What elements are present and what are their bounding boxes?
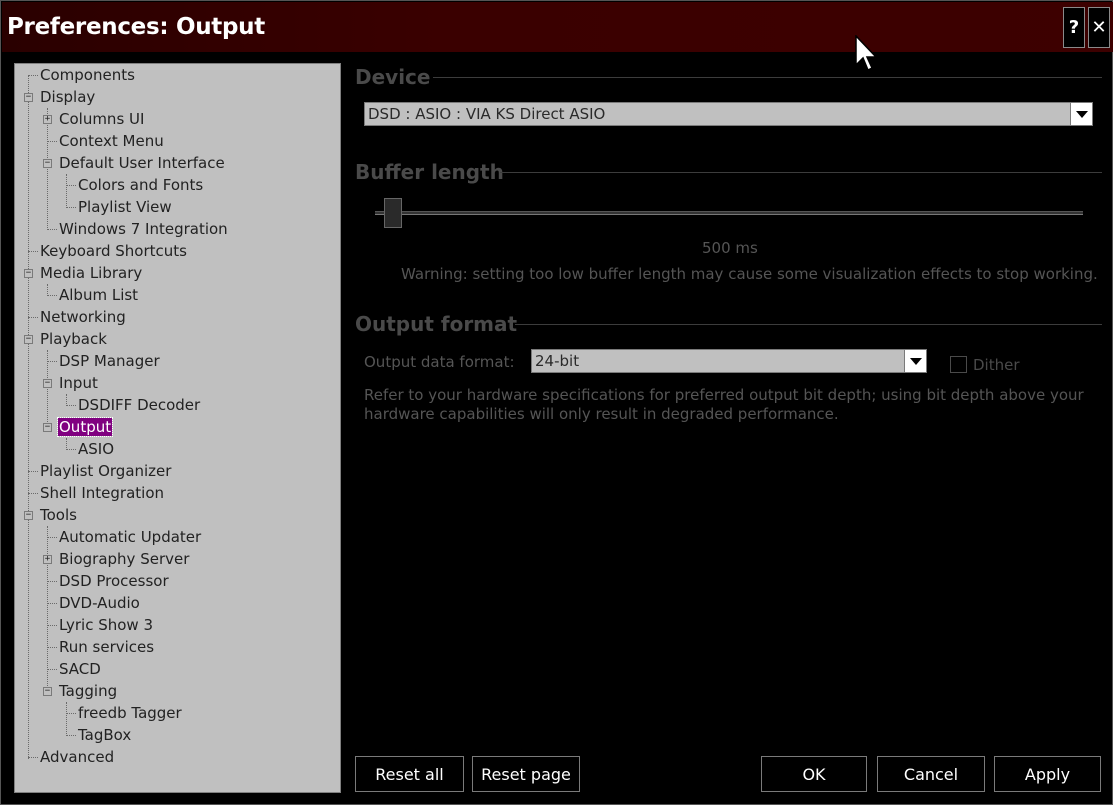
tree-item-playlist-organizer[interactable]: Playlist Organizer xyxy=(39,460,172,482)
tree-item-default-user-interface[interactable]: Default User Interface xyxy=(58,152,226,174)
output-format-section: Output format xyxy=(355,312,1102,336)
apply-button[interactable]: Apply xyxy=(994,756,1101,792)
tree-item-advanced[interactable]: Advanced xyxy=(39,746,115,768)
collapse-icon[interactable]: − xyxy=(24,269,33,278)
output-format-note-line1: Refer to your hardware specifications fo… xyxy=(364,386,1084,404)
reset-all-button[interactable]: Reset all xyxy=(355,756,464,792)
tree-item-shell-integration[interactable]: Shell Integration xyxy=(39,482,165,504)
tree-item-dsdiff-decoder[interactable]: DSDIFF Decoder xyxy=(77,394,201,416)
collapse-icon[interactable]: − xyxy=(43,423,52,432)
tree-item-columns-ui[interactable]: Columns UI xyxy=(58,108,145,130)
output-format-section-title: Output format xyxy=(355,312,518,336)
tree-item-playlist-view[interactable]: Playlist View xyxy=(77,196,173,218)
tree-item-display[interactable]: Display xyxy=(39,86,96,108)
tree-line xyxy=(28,75,29,759)
collapse-icon[interactable]: − xyxy=(43,379,52,388)
tree-item-output[interactable]: Output xyxy=(56,416,114,438)
section-divider xyxy=(500,172,1102,173)
section-divider xyxy=(433,77,1102,78)
tree-item-tagbox[interactable]: TagBox xyxy=(77,724,132,746)
tree-item-asio[interactable]: ASIO xyxy=(77,438,115,460)
tree-line xyxy=(66,702,67,736)
device-section: Device xyxy=(355,65,1102,89)
output-data-format-label: Output data format: xyxy=(364,353,515,371)
collapse-icon[interactable]: − xyxy=(24,511,33,520)
tree-item-dsp-manager[interactable]: DSP Manager xyxy=(58,350,161,372)
output-format-note-line2: hardware capabilities will only result i… xyxy=(364,405,839,423)
device-section-title: Device xyxy=(355,65,431,89)
output-data-format-dropdown[interactable]: 24-bit xyxy=(531,349,927,373)
buffer-warning: Warning: setting too low buffer length m… xyxy=(401,265,1098,283)
section-divider xyxy=(515,324,1102,325)
tree-item-biography-server[interactable]: Biography Server xyxy=(58,548,190,570)
tree-item-keyboard-shortcuts[interactable]: Keyboard Shortcuts xyxy=(39,240,188,262)
title-bar[interactable]: Preferences: Output ? ✕ xyxy=(2,2,1113,52)
collapse-icon[interactable]: − xyxy=(24,335,33,344)
buffer-slider-thumb[interactable] xyxy=(384,198,402,228)
collapse-icon[interactable]: − xyxy=(43,687,52,696)
help-button[interactable]: ? xyxy=(1063,7,1085,48)
tree-item-components[interactable]: Components xyxy=(39,64,136,86)
output-data-format-value: 24-bit xyxy=(535,352,580,370)
dither-checkbox[interactable] xyxy=(950,356,967,373)
tree-line xyxy=(66,174,67,208)
expand-icon[interactable]: + xyxy=(43,555,52,564)
mouse-cursor-icon xyxy=(855,35,878,72)
window-title: Preferences: Output xyxy=(7,14,265,40)
tree-item-sacd[interactable]: SACD xyxy=(58,658,102,680)
chevron-down-icon[interactable] xyxy=(1070,103,1092,125)
collapse-icon[interactable]: − xyxy=(24,93,33,102)
tree-item-lyric-show-3[interactable]: Lyric Show 3 xyxy=(58,614,154,636)
tree-item-album-list[interactable]: Album List xyxy=(58,284,139,306)
close-button[interactable]: ✕ xyxy=(1088,7,1110,48)
tree-item-playback[interactable]: Playback xyxy=(39,328,108,350)
tree-item-dsd-processor[interactable]: DSD Processor xyxy=(58,570,170,592)
tree-item-run-services[interactable]: Run services xyxy=(58,636,155,658)
tree-item-input[interactable]: Input xyxy=(58,372,99,394)
tree-item-automatic-updater[interactable]: Automatic Updater xyxy=(58,526,202,548)
tree-item-context-menu[interactable]: Context Menu xyxy=(58,130,165,152)
tree-line xyxy=(47,526,48,692)
buffer-section-title: Buffer length xyxy=(355,160,504,184)
tree-item-networking[interactable]: Networking xyxy=(39,306,127,328)
tree-item-tagging[interactable]: Tagging xyxy=(58,680,118,702)
reset-page-button[interactable]: Reset page xyxy=(472,756,580,792)
tree-item-windows-7-integration[interactable]: Windows 7 Integration xyxy=(58,218,229,240)
ok-button[interactable]: OK xyxy=(761,756,867,792)
preferences-window: Preferences: Output ? ✕ Components − Dis… xyxy=(0,0,1113,805)
tree-item-colors-and-fonts[interactable]: Colors and Fonts xyxy=(77,174,204,196)
dither-label: Dither xyxy=(973,356,1020,374)
preferences-tree[interactable]: Components − Display + Columns UI Contex… xyxy=(14,63,341,793)
expand-icon[interactable]: + xyxy=(43,115,52,124)
buffer-slider-track[interactable] xyxy=(375,211,1083,215)
tree-item-tools[interactable]: Tools xyxy=(39,504,78,526)
tree-item-freedb-tagger[interactable]: freedb Tagger xyxy=(77,702,183,724)
tree-item-dvd-audio[interactable]: DVD-Audio xyxy=(58,592,141,614)
chevron-down-icon[interactable] xyxy=(904,350,926,372)
tree-line xyxy=(47,108,48,230)
device-dropdown[interactable]: DSD : ASIO : VIA KS Direct ASIO xyxy=(364,102,1093,126)
collapse-icon[interactable]: − xyxy=(43,159,52,168)
buffer-value: 500 ms xyxy=(702,239,758,257)
cancel-button[interactable]: Cancel xyxy=(877,756,985,792)
buffer-section: Buffer length xyxy=(355,160,1102,184)
device-dropdown-value: DSD : ASIO : VIA KS Direct ASIO xyxy=(368,105,606,123)
tree-item-media-library[interactable]: Media Library xyxy=(39,262,143,284)
